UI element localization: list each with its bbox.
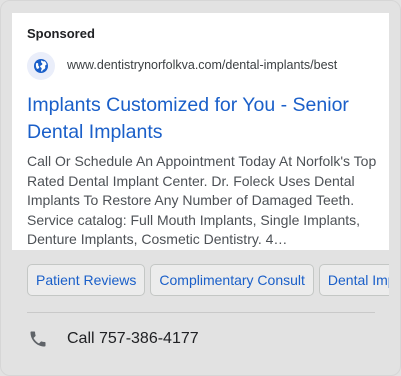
divider bbox=[27, 312, 375, 313]
sponsored-label: Sponsored bbox=[27, 26, 95, 41]
call-label: Call 757-386-4177 bbox=[67, 330, 199, 347]
sitelink-complimentary-consult[interactable]: Complimentary Consult bbox=[150, 264, 314, 296]
call-button[interactable]: Call 757-386-4177 bbox=[27, 327, 199, 351]
ad-headline-link[interactable]: Implants Customized for You - Senior Den… bbox=[27, 92, 377, 146]
ad-card: Sponsored www.dentistrynorfolkva.com/den… bbox=[0, 0, 401, 376]
phone-icon bbox=[27, 328, 49, 350]
display-url[interactable]: www.dentistrynorfolkva.com/dental-implan… bbox=[67, 58, 337, 72]
ad-panel: Sponsored www.dentistrynorfolkva.com/den… bbox=[12, 13, 389, 250]
sitelink-dental-implants[interactable]: Dental Implants bbox=[318, 264, 389, 296]
sitelink-patient-reviews[interactable]: Patient Reviews bbox=[27, 264, 146, 296]
globe-icon[interactable] bbox=[27, 52, 55, 80]
ad-description: Call Or Schedule An Appointment Today At… bbox=[27, 153, 377, 248]
sitelinks-row: Patient Reviews Complimentary Consult Dent… bbox=[27, 264, 389, 297]
